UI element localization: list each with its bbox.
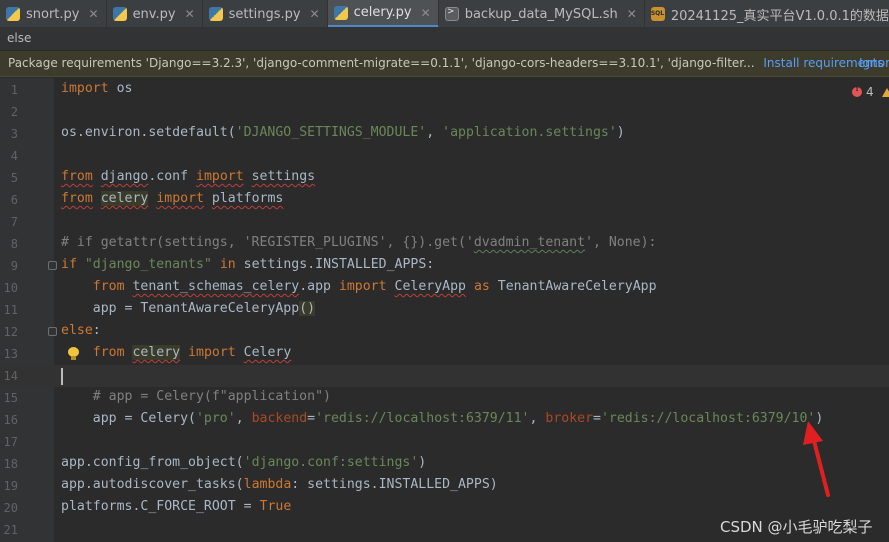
line-number: 12: [3, 325, 18, 339]
code-line[interactable]: 16 app = Celery('pro', backend='redis://…: [0, 409, 889, 431]
sql-file-icon: [650, 7, 665, 21]
code-line[interactable]: 4: [0, 145, 889, 167]
code-text: from django.conf import settings: [61, 169, 316, 184]
code-line[interactable]: 6 from celery import platforms: [0, 189, 889, 211]
tab-label: env.py: [132, 6, 176, 22]
requirements-banner: Package requirements 'Django==3.2.3', 'd…: [0, 51, 889, 77]
close-icon[interactable]: ✕: [310, 7, 320, 21]
line-number: 13: [3, 347, 18, 361]
annotation-arrow-icon: [803, 421, 830, 497]
close-icon[interactable]: ✕: [421, 6, 431, 20]
tab-env-py[interactable]: env.py ✕: [107, 0, 203, 27]
code-line[interactable]: 11 app = TenantAwareCeleryApp(): [0, 299, 889, 321]
code-line[interactable]: 18 app.config_from_object('django.conf:s…: [0, 453, 889, 475]
tab-label: celery.py: [353, 5, 412, 20]
text-caret: [61, 368, 63, 385]
tab-settings-py[interactable]: settings.py ✕: [203, 0, 328, 27]
code-line[interactable]: 8 # if getattr(settings, 'REGISTER_PLUGI…: [0, 233, 889, 255]
python-file-icon: [112, 7, 127, 21]
code-line[interactable]: 7: [0, 211, 889, 233]
code-line[interactable]: 13 from celery import Celery: [0, 343, 889, 365]
line-number: 7: [10, 215, 18, 229]
line-number: 3: [10, 127, 18, 141]
line-number: 10: [3, 281, 18, 295]
line-number: 15: [3, 391, 18, 405]
tab-label: snort.py: [26, 6, 80, 22]
line-number: 20: [3, 501, 18, 515]
code-text: app.autodiscover_tasks(lambda: settings.…: [61, 477, 498, 492]
code-line[interactable]: 2: [0, 101, 889, 123]
code-line[interactable]: 12 else:: [0, 321, 889, 343]
tab-sql-file[interactable]: 20241125_真实平台V1.0.0.1的数据库_仅结构_rules_: [645, 0, 889, 27]
line-number: 18: [3, 457, 18, 471]
line-number: 11: [3, 303, 18, 317]
code-line[interactable]: 15 # app = Celery(f"application"): [0, 387, 889, 409]
code-text: app.config_from_object('django.conf:sett…: [61, 455, 427, 470]
tab-celery-py[interactable]: celery.py ✕: [327, 0, 439, 27]
tab-label: backup_data_MySQL.sh: [464, 6, 618, 22]
code-text: app = TenantAwareCeleryApp(): [61, 301, 316, 316]
ignore-requirements-link[interactable]: Ignor: [859, 56, 889, 70]
code-line[interactable]: 10 from tenant_schemas_celery.app import…: [0, 277, 889, 299]
fold-icon[interactable]: [48, 327, 57, 336]
code-line[interactable]: 1 import os: [0, 79, 889, 101]
line-number: 4: [10, 149, 18, 163]
banner-text: Package requirements 'Django==3.2.3', 'd…: [8, 56, 755, 70]
code-text: platforms.C_FORCE_ROOT = True: [61, 499, 292, 514]
breadcrumb[interactable]: else: [0, 28, 889, 50]
code-line[interactable]: 9 if "django_tenants" in settings.INSTAL…: [0, 255, 889, 277]
python-file-icon: [6, 7, 20, 21]
tab-backup-data-mysql-sh[interactable]: backup_data_MySQL.sh ✕: [439, 0, 645, 27]
tab-snort-py[interactable]: snort.py ✕: [0, 0, 107, 27]
close-icon[interactable]: ✕: [627, 7, 637, 21]
code-text: app = Celery('pro', backend='redis://loc…: [61, 411, 824, 426]
code-text: if "django_tenants" in settings.INSTALLE…: [61, 257, 435, 272]
code-text: os.environ.setdefault('DJANGO_SETTINGS_M…: [61, 125, 625, 140]
line-number: 16: [3, 413, 18, 427]
fold-icon[interactable]: [48, 261, 57, 270]
line-number: 9: [10, 259, 18, 273]
python-file-icon: [333, 5, 348, 20]
code-text: # app = Celery(f"application"): [61, 389, 331, 404]
editor-tabs: snort.py ✕ env.py ✕ settings.py ✕ celery…: [0, 0, 889, 28]
code-text: from celery import platforms: [61, 191, 284, 206]
line-number: 6: [10, 193, 18, 207]
shell-file-icon: [444, 6, 459, 21]
breadcrumb-item[interactable]: else: [7, 31, 31, 45]
line-number: 5: [10, 171, 18, 185]
code-line[interactable]: 5 from django.conf import settings: [0, 167, 889, 189]
python-file-icon: [208, 7, 223, 21]
close-icon[interactable]: ✕: [185, 7, 195, 21]
code-text: else:: [61, 323, 101, 338]
close-icon[interactable]: ✕: [89, 7, 99, 21]
code-line[interactable]: 19 app.autodiscover_tasks(lambda: settin…: [0, 475, 889, 497]
code-editor[interactable]: 4 1 import os 2 3 os.environ.setdefault(…: [0, 78, 889, 542]
line-number: 19: [3, 479, 18, 493]
line-number: 2: [10, 105, 18, 119]
line-number: 8: [10, 237, 18, 251]
tab-label: settings.py: [228, 6, 301, 22]
code-text: # if getattr(settings, 'REGISTER_PLUGINS…: [61, 235, 657, 250]
code-text: import os: [61, 81, 133, 96]
code-line[interactable]: 17: [0, 431, 889, 453]
line-number: 17: [3, 435, 18, 449]
line-number: 21: [3, 523, 18, 537]
code-line-current[interactable]: 14: [0, 365, 889, 387]
code-text: from celery import Celery: [92, 345, 292, 360]
watermark: CSDN @小毛驴吃梨子: [720, 518, 873, 536]
line-number: 14: [3, 369, 18, 383]
code-text: from tenant_schemas_celery.app import Ce…: [92, 279, 657, 294]
line-number: 1: [10, 83, 18, 97]
tab-label: 20241125_真实平台V1.0.0.1的数据库_仅结构_rules_: [670, 8, 889, 24]
code-line[interactable]: 3 os.environ.setdefault('DJANGO_SETTINGS…: [0, 123, 889, 145]
